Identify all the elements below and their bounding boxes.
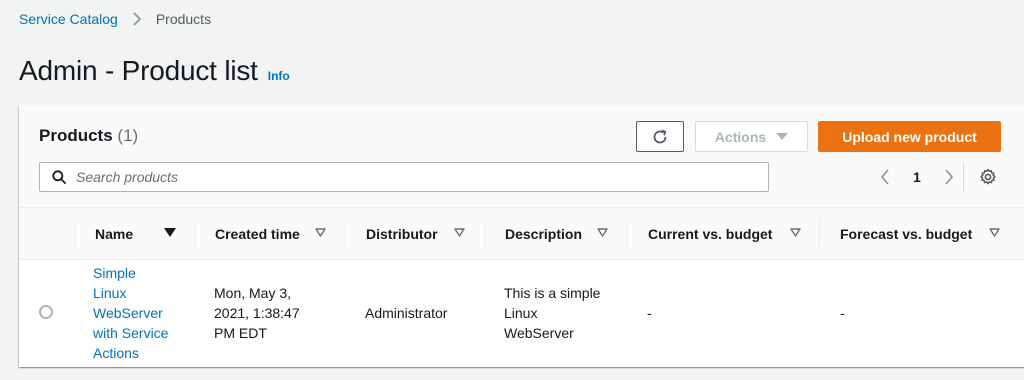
column-label: Name [95, 226, 134, 242]
settings-gear-icon[interactable] [979, 168, 997, 186]
row-select-radio[interactable] [39, 305, 53, 319]
product-name-line: Simple [93, 265, 136, 281]
column-divider [626, 221, 627, 247]
product-name-link[interactable]: Simple Linux WebServer with Service Acti… [93, 263, 193, 363]
pagination: 1 [875, 167, 959, 187]
description-line: This is a simple [504, 285, 601, 301]
actions-dropdown[interactable]: Actions [695, 121, 808, 152]
search-field[interactable] [39, 162, 769, 192]
column-label: Forecast vs. budget [840, 226, 973, 242]
sort-caret-icon [790, 228, 801, 237]
column-divider [485, 221, 486, 247]
created-time-line: 2021, 1:38:47 [214, 305, 300, 321]
description-cell: This is a simple Linux WebServer [504, 283, 624, 343]
sort-caret-icon [454, 228, 465, 237]
description-line: Linux [504, 305, 538, 321]
refresh-button[interactable] [636, 121, 684, 152]
panel-title-label: Products [39, 126, 113, 145]
current-vs-budget-cell: - [647, 305, 652, 321]
sort-caret-icon [597, 228, 608, 237]
column-divider [345, 221, 346, 247]
column-divider [74, 221, 75, 247]
info-link[interactable]: Info [268, 69, 290, 83]
breadcrumb-service-catalog[interactable]: Service Catalog [19, 11, 118, 27]
sort-caret-icon [315, 228, 326, 237]
column-divider [819, 221, 820, 247]
column-divider [194, 221, 195, 247]
created-time-line: Mon, May 3, [214, 285, 292, 301]
current-page-number[interactable]: 1 [913, 169, 921, 185]
search-icon [52, 170, 66, 184]
column-header-description[interactable]: Description [505, 208, 630, 260]
product-count: (1) [117, 126, 139, 145]
sort-descending-icon [164, 228, 176, 238]
actions-label: Actions [714, 128, 767, 145]
column-label: Distributor [366, 226, 438, 242]
forecast-vs-budget-cell: - [840, 305, 845, 321]
column-label: Description [505, 226, 583, 242]
panel-title: Products (1) [39, 126, 138, 146]
column-label: Created time [215, 226, 300, 242]
column-header-created-time[interactable]: Created time [215, 208, 345, 260]
page-header: Admin - Product list Info [19, 55, 290, 87]
sort-caret-icon [989, 228, 1000, 237]
breadcrumb: Service Catalog Products [19, 11, 211, 27]
next-page-icon[interactable] [939, 167, 959, 187]
column-header-name[interactable]: Name [95, 208, 195, 260]
created-time-line: PM EDT [214, 325, 267, 341]
breadcrumb-products: Products [155, 11, 212, 27]
pagination-divider [963, 163, 964, 191]
product-name-line: Actions [93, 345, 139, 361]
upload-new-product-button[interactable]: Upload new product [818, 121, 1001, 152]
previous-page-icon[interactable] [875, 167, 895, 187]
column-header-current-vs-budget[interactable]: Current vs. budget [648, 208, 818, 260]
product-name-line: with Service [93, 325, 169, 341]
products-panel: Products (1) Actions Upload new product [19, 105, 1024, 367]
table-header: Name Created time Distributor Descriptio… [19, 208, 1024, 260]
chevron-right-icon [132, 12, 142, 26]
description-line: WebServer [504, 325, 574, 341]
caret-down-icon [776, 132, 789, 141]
column-label: Current vs. budget [648, 226, 773, 242]
search-input[interactable] [76, 169, 716, 185]
created-time-cell: Mon, May 3, 2021, 1:38:47 PM EDT [214, 283, 334, 343]
column-header-forecast-vs-budget[interactable]: Forecast vs. budget [840, 208, 1020, 260]
product-name-line: Linux [93, 285, 127, 301]
page-title: Admin - Product list [19, 55, 258, 86]
column-header-distributor[interactable]: Distributor [366, 208, 486, 260]
distributor-cell: Administrator [365, 305, 448, 321]
product-name-line: WebServer [93, 305, 163, 321]
refresh-icon [651, 128, 669, 146]
